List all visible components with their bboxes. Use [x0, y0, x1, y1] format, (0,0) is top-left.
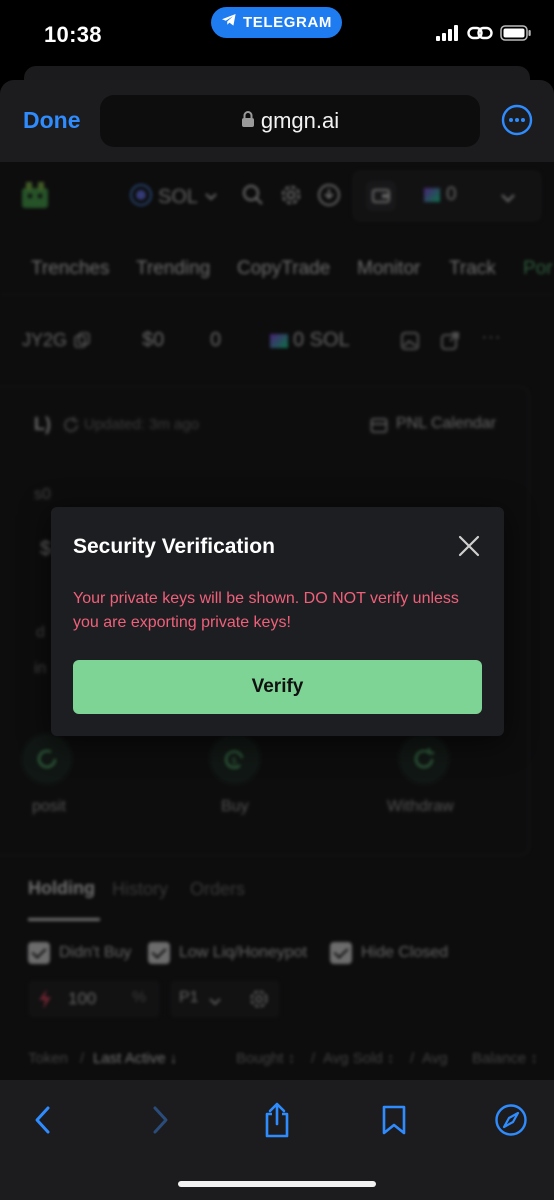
home-indicator[interactable] — [178, 1181, 376, 1187]
browser-top-bar: Done gmgn.ai — [0, 80, 554, 162]
security-verification-dialog: Security Verification Your private keys … — [51, 507, 504, 736]
address-bar[interactable]: gmgn.ai — [100, 95, 480, 147]
status-icons — [436, 24, 532, 47]
telegram-icon — [221, 13, 237, 32]
share-icon[interactable] — [255, 1098, 299, 1142]
telegram-return-pill[interactable]: TELEGRAM — [211, 7, 342, 38]
bookmarks-icon[interactable] — [372, 1098, 416, 1142]
link-icon — [467, 24, 493, 47]
telegram-pill-label: TELEGRAM — [243, 14, 332, 31]
forward-icon[interactable] — [138, 1098, 182, 1142]
url-text: gmgn.ai — [260, 108, 340, 133]
more-icon[interactable] — [501, 104, 533, 136]
status-bar: 10:38 TELEGRAM — [0, 0, 554, 70]
done-button[interactable]: Done — [23, 107, 81, 134]
dialog-warning-message: Your private keys will be shown. DO NOT … — [73, 590, 459, 631]
battery-icon — [500, 25, 532, 46]
verify-button[interactable]: Verify — [73, 660, 482, 714]
signal-icon — [436, 25, 460, 46]
close-icon[interactable] — [456, 533, 482, 559]
lock-icon — [241, 110, 255, 133]
status-time: 10:38 — [44, 22, 102, 47]
back-icon[interactable] — [21, 1098, 65, 1142]
dialog-title: Security Verification — [73, 535, 275, 558]
compass-icon[interactable] — [489, 1098, 533, 1142]
